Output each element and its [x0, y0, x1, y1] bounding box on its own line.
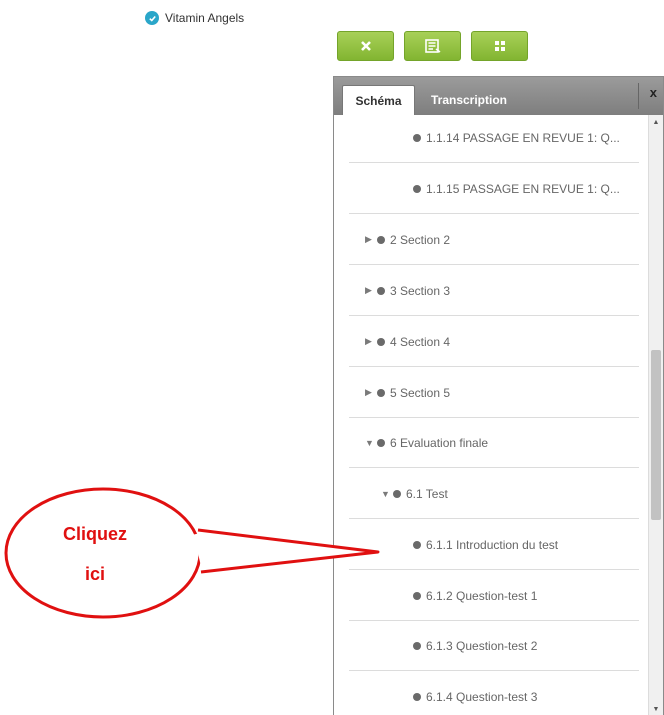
expand-arrow-icon[interactable]: ▶ — [365, 336, 377, 347]
outline-item-label: 5 Section 5 — [390, 385, 451, 400]
outline-item-label: 6.1.4 Question-test 3 — [426, 690, 538, 704]
header-divider — [638, 83, 639, 109]
outline-scrollbar[interactable]: ▲ ▼ — [648, 115, 663, 715]
outline-item-label: 2 Section 2 — [390, 232, 451, 247]
outline-item-label: 4 Section 4 — [390, 334, 451, 349]
speech-bubble-icon — [4, 487, 380, 619]
tab-schema[interactable]: Schéma — [342, 85, 415, 115]
bullet-icon — [413, 133, 421, 142]
outline-item-label: 3 Section 3 — [390, 283, 451, 298]
tab-transcription[interactable]: Transcription — [424, 85, 514, 115]
outline-item-section-4[interactable]: ▶ 4 Section 4 — [349, 317, 639, 367]
close-icon — [360, 41, 371, 51]
bullet-icon — [413, 641, 421, 650]
outline-item-label: 6.1.1 Introduction du test — [426, 537, 559, 552]
outline-item-1-1-15[interactable]: 1.1.15 PASSAGE EN REVUE 1: Q... — [349, 164, 639, 214]
notes-icon — [424, 39, 440, 53]
outline-item-1-1-14[interactable]: 1.1.14 PASSAGE EN REVUE 1: Q... — [349, 115, 639, 163]
callout-line-1: Cliquez — [62, 524, 127, 544]
outline-item-label: 6 Evaluation finale — [390, 435, 489, 450]
close-button[interactable] — [337, 31, 394, 61]
bullet-icon — [377, 337, 385, 346]
outline-item-label: 6.1.3 Question-test 2 — [426, 638, 538, 653]
toolbar — [337, 31, 528, 61]
outline-item-section-5[interactable]: ▶ 5 Section 5 — [349, 368, 639, 418]
bullet-icon — [377, 235, 385, 244]
outline-item-section-3[interactable]: ▶ 3 Section 3 — [349, 266, 639, 316]
bullet-icon — [413, 693, 421, 701]
outline-item-question-test-3[interactable]: 6.1.4 Question-test 3 — [349, 672, 639, 715]
bullet-icon — [377, 438, 385, 447]
bullet-icon — [377, 388, 385, 397]
grid-icon — [494, 41, 505, 51]
outline-item-evaluation-finale[interactable]: ▼ 6 Evaluation finale — [349, 418, 639, 468]
expand-arrow-icon[interactable]: ▶ — [365, 234, 377, 245]
outline-item-label: 1.1.14 PASSAGE EN REVUE 1: Q... — [426, 130, 620, 145]
bullet-icon — [413, 591, 421, 600]
callout-bubble: Cliquez ici — [0, 484, 400, 629]
panel-close-button[interactable]: x — [650, 85, 657, 100]
brand: Vitamin Angels — [145, 11, 244, 25]
bullet-icon — [413, 184, 421, 193]
brand-name: Vitamin Angels — [165, 11, 245, 25]
expand-arrow-icon[interactable]: ▶ — [365, 387, 377, 398]
expand-arrow-icon[interactable]: ▶ — [365, 285, 377, 296]
scroll-down-icon[interactable]: ▼ — [649, 702, 663, 715]
scroll-up-icon[interactable]: ▲ — [649, 115, 663, 129]
outline-item-section-2[interactable]: ▶ 2 Section 2 — [349, 215, 639, 265]
check-circle-icon — [145, 11, 159, 25]
callout-line-2: ici — [84, 564, 105, 584]
panel-header: Schéma Transcription x — [334, 77, 663, 115]
bullet-icon — [413, 540, 421, 549]
scrollbar-thumb[interactable] — [651, 350, 661, 520]
outline-item-label: 6.1 Test — [406, 486, 448, 501]
outline-item-label: 6.1.2 Question-test 1 — [426, 588, 538, 603]
collapse-arrow-icon[interactable]: ▼ — [365, 438, 377, 448]
outline-item-label: 1.1.15 PASSAGE EN REVUE 1: Q... — [426, 181, 620, 196]
notes-button[interactable] — [404, 31, 461, 61]
grid-button[interactable] — [471, 31, 528, 61]
bullet-icon — [377, 286, 385, 295]
